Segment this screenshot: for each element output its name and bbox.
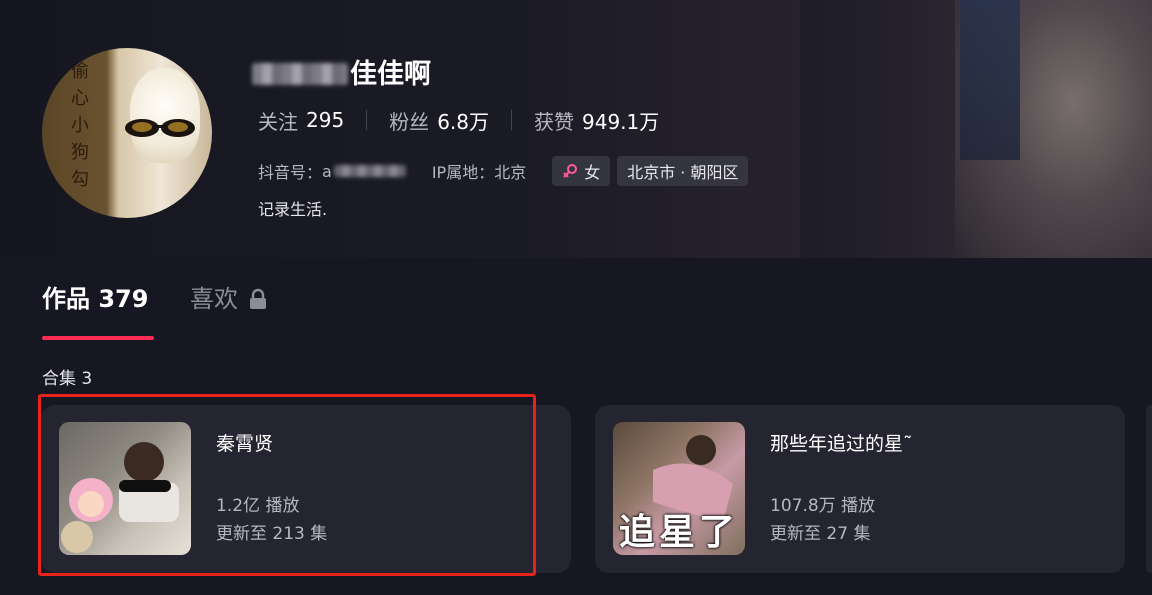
collection-card[interactable]: 追星了 那些年追过的星˜ 107.8万 播放 更新至 27 集 [595,405,1125,573]
douyin-id: 抖音号： a [258,159,406,183]
avatar-sunglasses [125,119,195,137]
ip-location: IP属地：北京 [431,163,527,182]
collections-heading: 合集 3 [42,369,93,389]
tab-active-indicator [42,336,154,340]
stat-followers[interactable]: 粉丝 6.8万 [389,106,489,135]
tab-works[interactable]: 作品 379 [42,282,148,316]
username-visible: 佳佳啊 [350,59,431,90]
stat-label: 获赞 [534,109,574,134]
collection-thumbnail [59,422,191,555]
profile-stats: 关注 295 粉丝 6.8万 获赞 949.1万 [258,104,659,136]
collection-plays: 107.8万 播放 [770,496,876,516]
stat-value: 6.8万 [437,109,489,134]
collection-updates: 更新至 213 集 [216,524,328,544]
stat-following[interactable]: 关注 295 [258,106,344,135]
stat-likes: 获赞 949.1万 [534,106,659,135]
collection-title: 秦霄贤 [216,433,274,455]
username-redacted [252,62,348,85]
collection-title: 那些年追过的星˜ [770,433,913,455]
profile-bio: 记录生活. [258,200,328,219]
collection-updates: 更新至 27 集 [770,524,871,544]
header-cover-book [960,0,1020,160]
douyin-id-redacted [333,165,406,177]
collection-thumbnail-art [61,442,179,553]
collection-card-partial[interactable] [1146,405,1152,573]
stat-divider [511,110,512,130]
profile-meta: 抖音号： a IP属地：北京 女 北京市 · 朝阳区 [258,155,755,187]
avatar-caption: 偷心小狗勾 [71,61,89,190]
profile-username: 佳佳啊 [252,58,431,92]
collection-card[interactable]: 秦霄贤 1.2亿 播放 更新至 213 集 [41,405,571,573]
tab-likes-label: 喜欢 [190,285,238,313]
douyin-id-visible: a [322,161,332,181]
stat-value: 295 [306,108,345,132]
stat-label: 关注 [258,109,298,134]
stat-value: 949.1万 [582,109,660,134]
collection-thumbnail: 追星了 [613,422,745,555]
thumbnail-caption: 追星了 [618,512,739,553]
female-icon [563,164,578,178]
gender-label: 女 [584,163,601,182]
stat-label: 粉丝 [389,109,430,134]
gender-tag: 女 [552,156,611,186]
location-tag: 北京市 · 朝阳区 [617,156,749,186]
lock-icon [250,288,266,309]
douyin-id-label: 抖音号： [258,163,323,182]
tab-likes[interactable]: 喜欢 [190,282,268,316]
collection-plays: 1.2亿 播放 [216,496,300,516]
stat-divider [366,110,368,130]
avatar-dog-image [130,68,200,163]
avatar[interactable]: 偷心小狗勾 [42,48,212,218]
